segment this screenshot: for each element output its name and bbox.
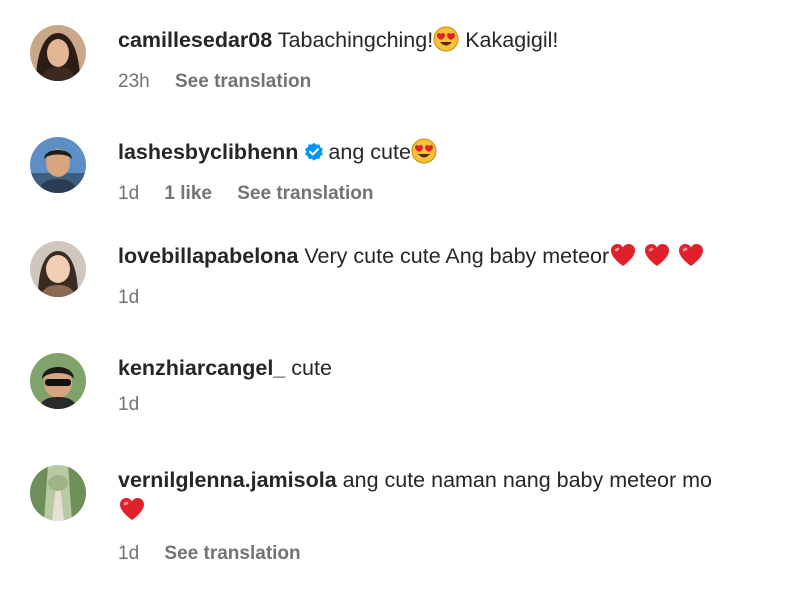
- comment-text: ang cute: [328, 140, 411, 164]
- avatar[interactable]: [30, 137, 86, 193]
- red-heart-emoji-icon: [677, 242, 705, 276]
- comment-timestamp: 1d: [118, 183, 140, 204]
- comment-text-continued: Kakagigil!: [465, 28, 559, 52]
- verified-badge-icon: [304, 140, 324, 170]
- comment-text: Very cute cute Ang baby meteor: [304, 244, 610, 268]
- comment-text: cute: [291, 356, 332, 380]
- comment-text: Tabachingching!: [277, 28, 434, 52]
- heart-eyes-emoji-icon: [411, 138, 437, 172]
- avatar[interactable]: [30, 353, 86, 409]
- comment-text: ang cute naman nang baby meteor mo: [342, 468, 712, 492]
- username-link[interactable]: lovebillapabelona: [118, 244, 298, 268]
- heart-eyes-emoji-icon: [433, 26, 459, 60]
- comment-timestamp: 1d: [118, 394, 140, 415]
- username-link[interactable]: camillesedar08: [118, 28, 272, 52]
- likes-count-button[interactable]: 1 like: [164, 183, 212, 204]
- red-heart-emoji-icon: [118, 496, 146, 530]
- red-heart-emoji-icon: [609, 242, 637, 276]
- avatar[interactable]: [30, 25, 86, 81]
- avatar[interactable]: [30, 465, 86, 521]
- see-translation-button[interactable]: See translation: [164, 543, 300, 564]
- red-heart-emoji-icon: [643, 242, 671, 276]
- comment-timestamp: 23h: [118, 71, 150, 92]
- see-translation-button[interactable]: See translation: [175, 71, 311, 92]
- see-translation-button[interactable]: See translation: [237, 183, 373, 204]
- avatar[interactable]: [30, 241, 86, 297]
- username-link[interactable]: vernilglenna.jamisola: [118, 468, 337, 492]
- username-link[interactable]: lashesbyclibhenn: [118, 140, 298, 164]
- username-link[interactable]: kenzhiarcangel_: [118, 356, 285, 380]
- comment-timestamp: 1d: [118, 287, 140, 308]
- comment-timestamp: 1d: [118, 543, 140, 564]
